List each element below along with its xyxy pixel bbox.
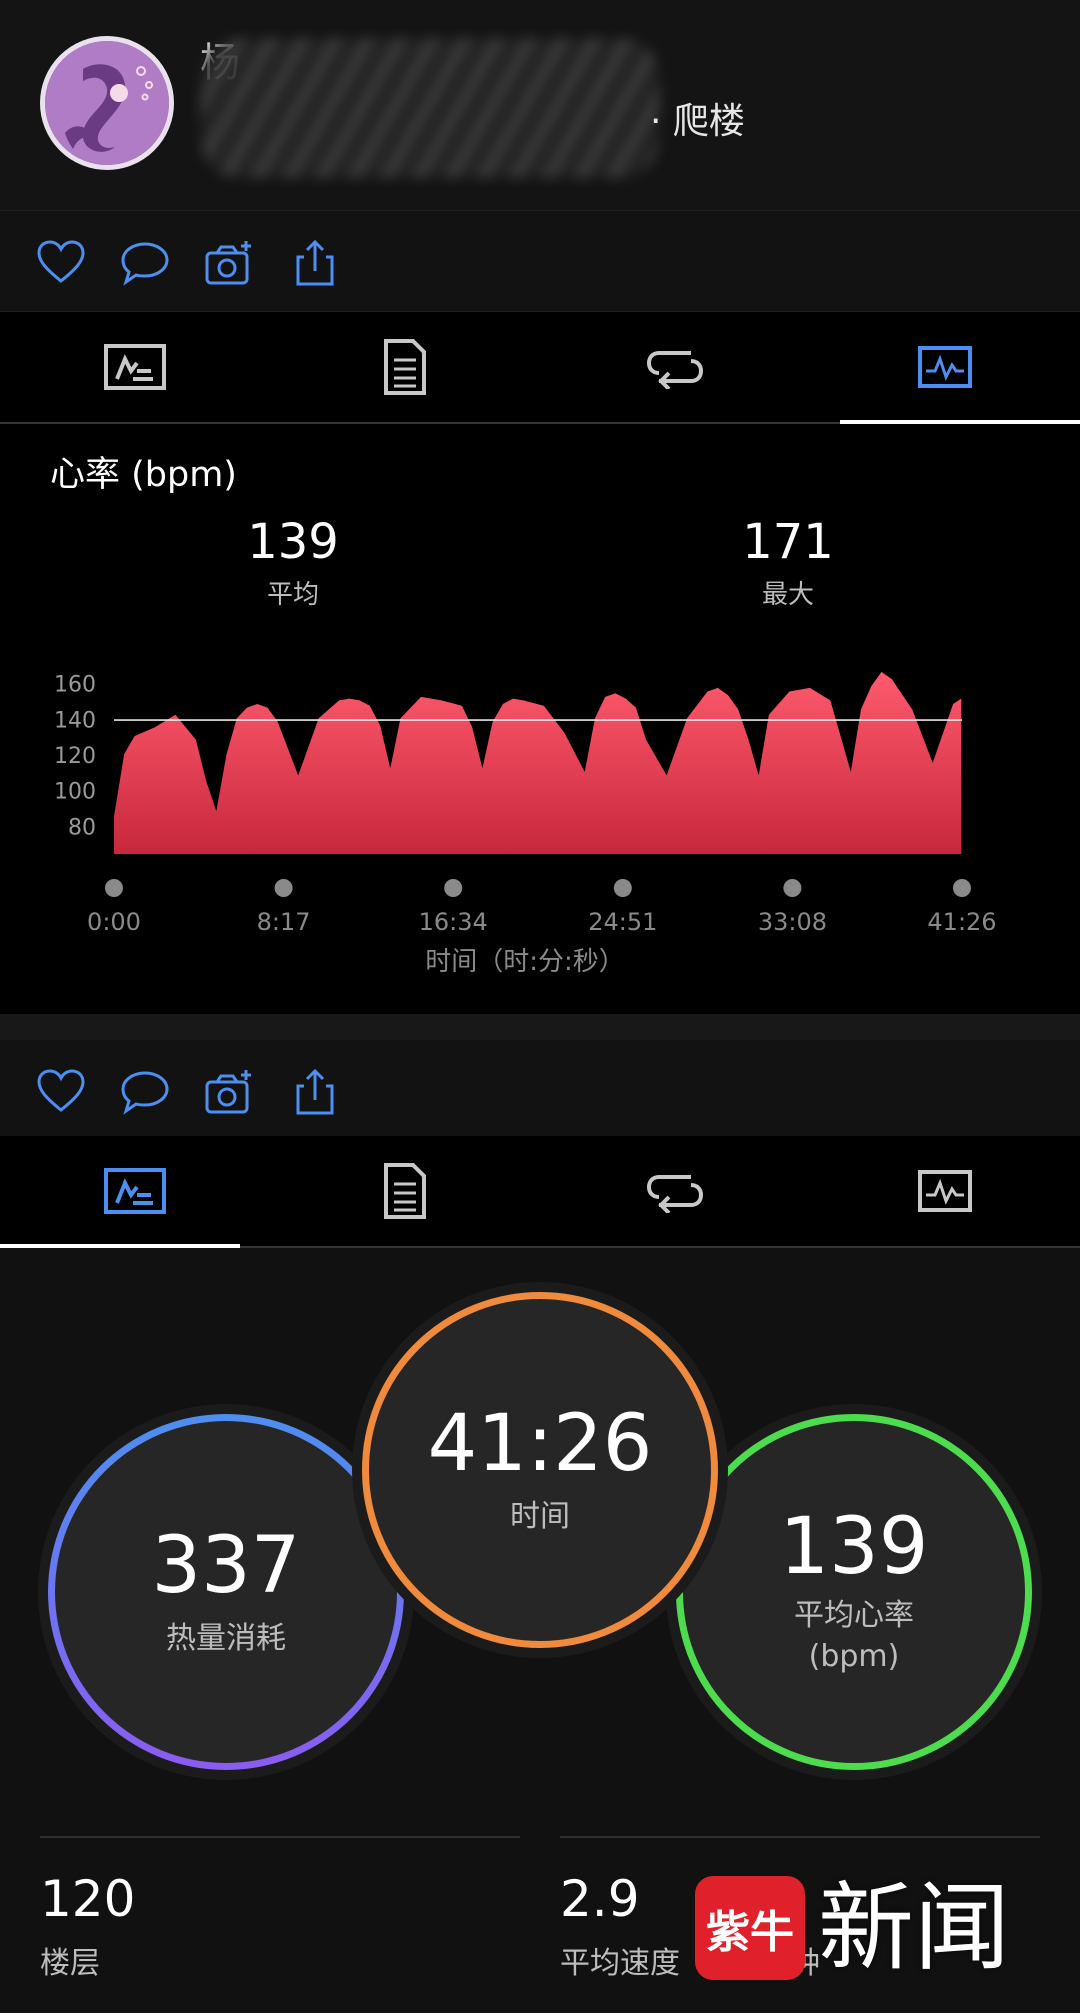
activity-header: 杨 · 爬楼 <box>0 0 1080 211</box>
avg-speed-label-text: 平均速度 <box>560 1946 680 1981</box>
x-tick-dot <box>444 879 463 897</box>
y-tick-label: 120 <box>54 744 96 769</box>
tab-summary[interactable] <box>0 312 270 422</box>
tab-laps[interactable] <box>540 312 810 422</box>
floors-label: 楼层 <box>40 1946 100 1981</box>
redacted-area <box>200 38 660 178</box>
avatar-mermaid-icon <box>45 41 169 165</box>
calories-ring[interactable]: 337 热量消耗 <box>48 1414 404 1770</box>
avg-hr-ring[interactable]: 139 平均心率 (bpm) <box>676 1414 1032 1770</box>
x-tick-dot <box>274 879 293 897</box>
tab-details[interactable] <box>270 1136 540 1246</box>
hr-max-value: 171 <box>742 514 834 570</box>
chart-icon <box>918 1170 972 1212</box>
details-icon <box>384 339 426 395</box>
hr-avg-value: 139 <box>247 514 339 570</box>
tab-details[interactable] <box>270 312 540 422</box>
y-tick-label: 140 <box>54 708 96 733</box>
section-gap <box>0 1014 1080 1040</box>
hr-max-label: 最大 <box>761 580 814 610</box>
laps-icon <box>646 1175 704 1213</box>
summary-icon <box>104 1168 166 1214</box>
heart-rate-title: 心率 (bpm) <box>50 455 237 495</box>
avatar[interactable] <box>40 36 174 170</box>
stat-divider <box>40 1836 520 1838</box>
details-icon <box>384 1163 426 1219</box>
avg-speed-value: 2.9 <box>560 1870 640 1928</box>
hr-avg-label: 平均 <box>266 580 319 610</box>
y-tick-label: 100 <box>54 780 96 805</box>
chart-icon <box>918 346 972 388</box>
summary-icon <box>104 344 166 390</box>
x-tick-label: 33:08 <box>758 908 827 936</box>
tab-summary[interactable] <box>0 1136 270 1246</box>
tab-charts[interactable] <box>810 312 1080 422</box>
calories-label: 热量消耗 <box>166 1620 286 1656</box>
heart-icon[interactable] <box>36 1068 86 1116</box>
floors-value: 120 <box>40 1870 136 1928</box>
action-row-bottom <box>0 1040 1080 1141</box>
stat-divider <box>560 1836 1040 1838</box>
y-tick-label: 160 <box>54 673 96 698</box>
x-tick-dot <box>105 879 123 897</box>
x-tick-dot <box>953 879 971 897</box>
share-icon[interactable] <box>290 1068 340 1116</box>
camera-plus-icon[interactable] <box>204 1068 254 1116</box>
calories-value: 337 <box>151 1520 301 1611</box>
tab-bar-top <box>0 312 1080 424</box>
watermark: 紫牛 新闻 <box>690 1868 1070 1988</box>
x-tick-dot <box>783 879 802 897</box>
x-tick-label: 41:26 <box>927 908 996 936</box>
time-label: 时间 <box>510 1498 570 1534</box>
tab-laps[interactable] <box>540 1136 810 1246</box>
time-ring[interactable]: 41:26 时间 <box>362 1292 718 1648</box>
watermark-logo-text: 紫牛 <box>706 1907 794 1958</box>
time-value: 41:26 <box>427 1398 653 1489</box>
heart-rate-chart: 160 140 120 100 80 0:00 8:17 16:34 24:51 33:08 41:… <box>54 671 997 977</box>
comment-icon[interactable] <box>120 1068 170 1116</box>
watermark-brand: 新闻 <box>818 1872 1010 1984</box>
x-tick-label: 0:00 <box>87 908 141 936</box>
comment-icon[interactable] <box>120 239 170 287</box>
avg-hr-unit: (bpm) <box>808 1639 900 1674</box>
tab-charts[interactable] <box>810 1136 1080 1246</box>
avg-hr-label: 平均心率 <box>794 1598 914 1633</box>
x-tick-dot <box>613 879 632 897</box>
heart-rate-section: 心率 (bpm) 139 平均 171 最大 160 140 120 100 80 0:0… <box>0 424 1080 1014</box>
camera-plus-icon[interactable] <box>204 239 254 287</box>
laps-icon <box>646 351 704 389</box>
activity-type: · 爬楼 <box>650 101 745 142</box>
x-tick-label: 8:17 <box>257 908 311 936</box>
heart-icon[interactable] <box>36 239 86 287</box>
y-tick-label: 80 <box>68 815 96 840</box>
x-tick-label: 16:34 <box>419 908 488 936</box>
x-tick-label: 24:51 <box>588 908 657 936</box>
action-row-top <box>0 211 1080 312</box>
hr-area-series <box>114 671 962 854</box>
x-axis-label: 时间（时:分:秒） <box>425 947 625 977</box>
share-icon[interactable] <box>290 239 340 287</box>
tab-bar-bottom <box>0 1136 1080 1248</box>
avg-hr-value: 139 <box>779 1502 929 1592</box>
watermark-logo: 紫牛 <box>695 1876 805 1980</box>
